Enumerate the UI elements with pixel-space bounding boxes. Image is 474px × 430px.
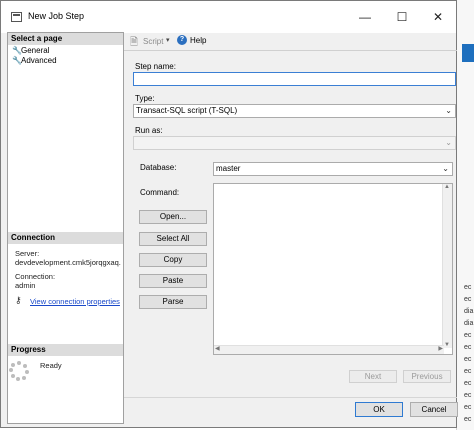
- server-label: Server:: [15, 249, 40, 258]
- sidebar-item-advanced[interactable]: 🔧Advanced: [12, 56, 57, 65]
- background-window: ec ec dia dia ec ec ec ec ec ec ec ec: [456, 0, 474, 430]
- type-select[interactable]: Transact-SQL script (T-SQL) ⌄: [133, 104, 456, 118]
- background-text: ec: [464, 332, 472, 339]
- background-text: dia: [464, 308, 474, 315]
- view-connection-properties-link[interactable]: View connection properties: [30, 297, 120, 306]
- run-as-label: Run as:: [135, 126, 163, 135]
- background-accent: [462, 44, 474, 62]
- scroll-left-icon[interactable]: ◀: [215, 345, 220, 352]
- command-label: Command:: [140, 188, 180, 197]
- connection-value: admin: [15, 281, 36, 290]
- type-label: Type:: [135, 94, 155, 103]
- chevron-down-icon: ⌄: [442, 164, 449, 173]
- type-select-value: Transact-SQL script (T-SQL): [136, 106, 238, 115]
- footer-divider: [124, 397, 457, 398]
- close-button[interactable]: ✕: [420, 1, 456, 33]
- vertical-scrollbar[interactable]: ▲ ▼: [442, 184, 452, 348]
- chevron-down-icon: ⌄: [445, 138, 452, 147]
- scroll-up-icon[interactable]: ▲: [444, 184, 450, 190]
- progress-heading: Progress: [8, 344, 123, 356]
- window-title: New Job Step: [28, 11, 85, 21]
- previous-button[interactable]: Previous: [403, 370, 451, 383]
- wrench-icon: 🔧: [12, 46, 22, 55]
- database-label: Database:: [140, 163, 177, 172]
- wrench-icon: 🔧: [12, 56, 22, 65]
- background-text: ec: [464, 296, 472, 303]
- sidebar-item-label: Advanced: [21, 56, 57, 65]
- paste-button[interactable]: Paste: [139, 274, 207, 288]
- progress-spinner-icon: [9, 361, 29, 381]
- ok-button[interactable]: OK: [355, 402, 403, 417]
- toolbar-divider: [124, 50, 457, 51]
- database-select[interactable]: master ⌄: [213, 162, 453, 176]
- new-job-step-dialog: New Job Step — ☐ ✕ Select a page 🔧Genera…: [0, 0, 458, 428]
- select-page-heading: Select a page: [8, 33, 123, 45]
- script-button[interactable]: Script: [143, 37, 163, 46]
- background-text: ec: [464, 356, 472, 363]
- chevron-down-icon: ⌄: [445, 106, 452, 115]
- background-text: ec: [464, 284, 472, 291]
- command-textarea[interactable]: ▲ ▼ ◀ ▶: [213, 183, 453, 355]
- step-name-label: Step name:: [135, 62, 176, 71]
- sidebar-item-label: General: [21, 46, 50, 55]
- scroll-right-icon[interactable]: ▶: [438, 345, 443, 352]
- cancel-button[interactable]: Cancel: [410, 402, 458, 417]
- background-text: ec: [464, 380, 472, 387]
- background-text: ec: [464, 344, 472, 351]
- select-all-button[interactable]: Select All: [139, 232, 207, 246]
- help-button[interactable]: Help: [190, 36, 206, 45]
- progress-status: Ready: [40, 361, 62, 370]
- maximize-button[interactable]: ☐: [384, 1, 420, 33]
- connection-label: Connection:: [15, 272, 56, 281]
- background-text: ec: [464, 404, 472, 411]
- script-dropdown-icon[interactable]: ▾: [166, 36, 170, 44]
- run-as-select[interactable]: ⌄: [133, 136, 456, 150]
- connection-properties-icon: ⚷: [15, 295, 22, 305]
- next-button[interactable]: Next: [349, 370, 397, 383]
- background-text: ec: [464, 392, 472, 399]
- background-text: ec: [464, 416, 472, 423]
- background-text: dia: [464, 320, 474, 327]
- copy-button[interactable]: Copy: [139, 253, 207, 267]
- connection-heading: Connection: [8, 232, 123, 244]
- minimize-button[interactable]: —: [347, 1, 383, 33]
- app-icon: [11, 12, 22, 22]
- background-text: ec: [464, 368, 472, 375]
- server-value: devdevelopment.cmk5jorqgxaq.us: [15, 258, 121, 267]
- step-name-input[interactable]: [133, 72, 456, 86]
- open-button[interactable]: Open...: [139, 210, 207, 224]
- database-select-value: master: [216, 164, 241, 173]
- help-icon[interactable]: ?: [177, 35, 187, 45]
- scroll-down-icon[interactable]: ▼: [444, 342, 450, 348]
- sidebar-item-general[interactable]: 🔧General: [12, 46, 49, 55]
- title-bar[interactable]: New Job Step — ☐ ✕: [1, 1, 456, 33]
- parse-button[interactable]: Parse: [139, 295, 207, 309]
- horizontal-scrollbar[interactable]: ◀ ▶: [214, 345, 444, 354]
